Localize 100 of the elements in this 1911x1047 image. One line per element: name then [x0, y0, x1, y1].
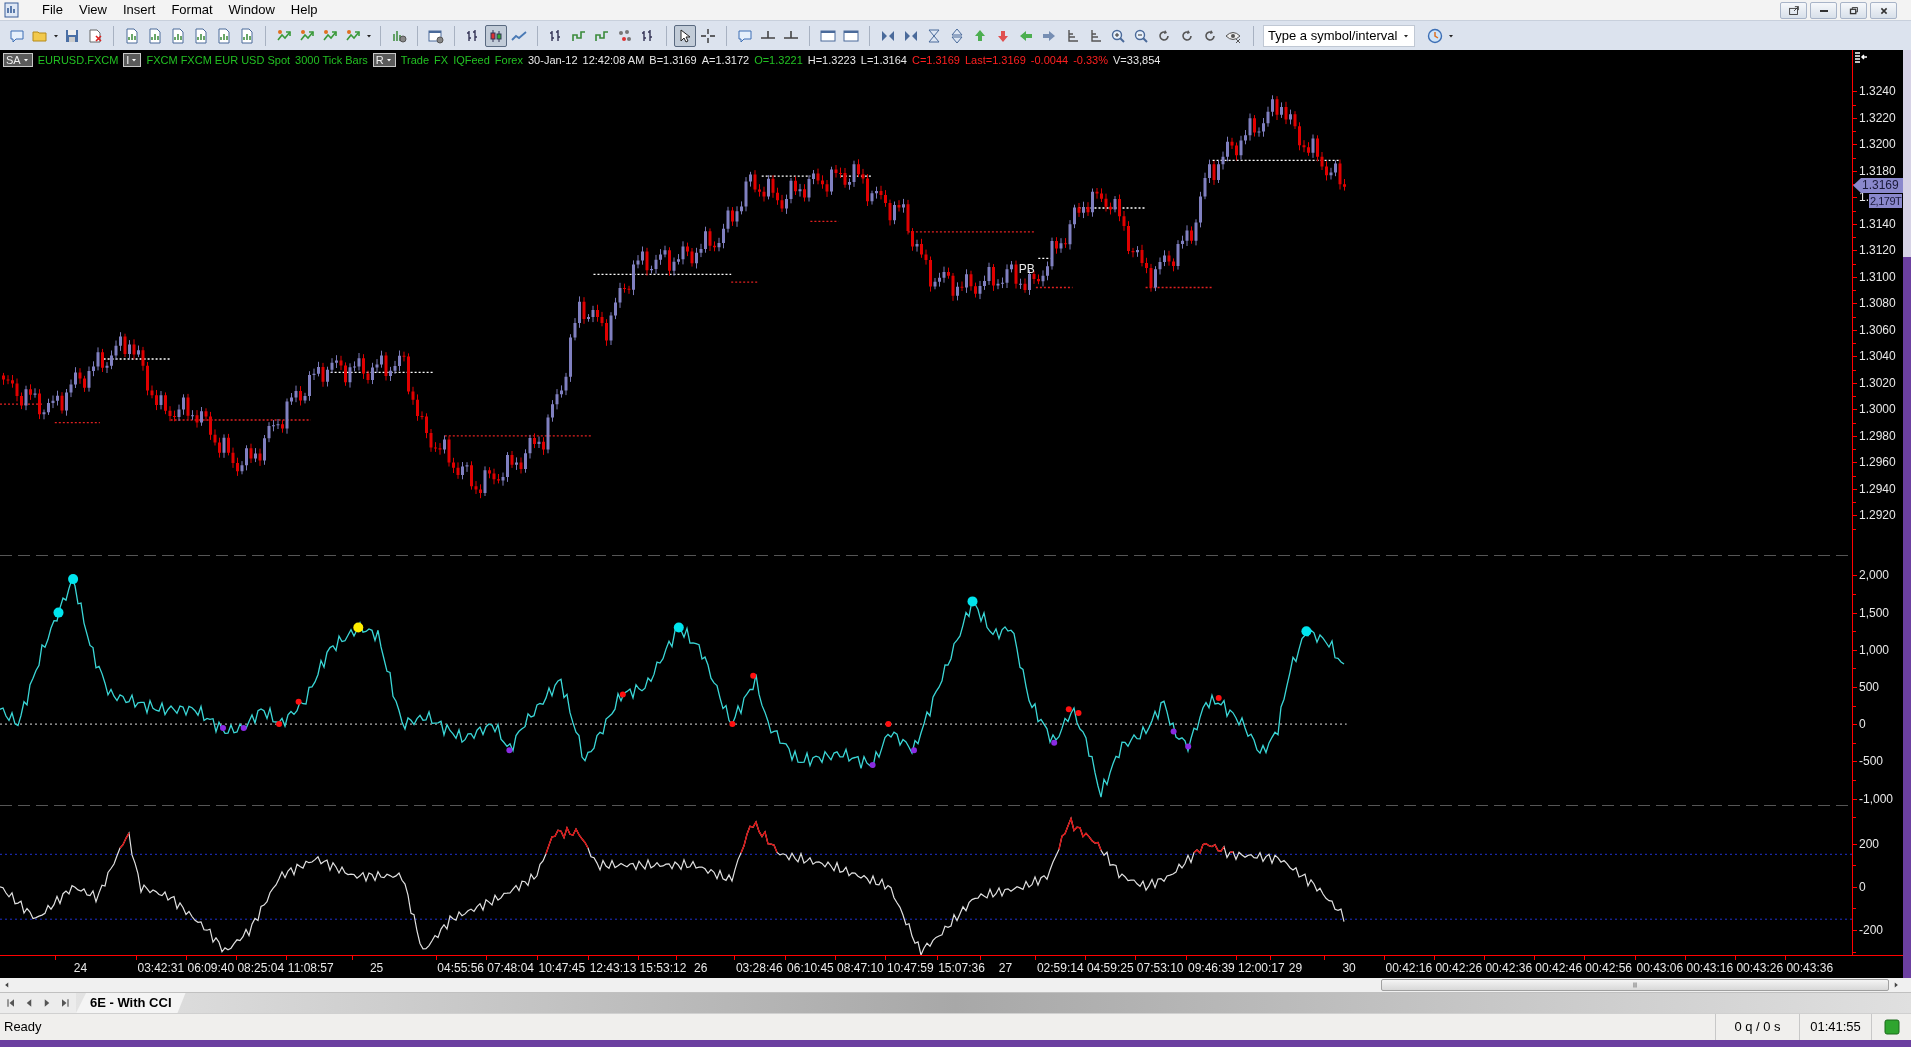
popout-icon — [1786, 3, 1801, 18]
grip-icon — [1630, 980, 1640, 990]
hourglass-icon — [926, 27, 942, 44]
signal-dot — [729, 721, 736, 728]
axis-label: 1.3220 — [1859, 110, 1896, 125]
info-text: Trade — [400, 53, 430, 67]
tab[interactable]: 6E - With CCI — [76, 993, 186, 1013]
info-text: 3000 Tick Bars — [295, 53, 368, 67]
signal-dot — [869, 762, 876, 768]
signal-dot — [240, 724, 247, 731]
time-label: 08:25:04 — [237, 961, 285, 975]
window-icon — [843, 27, 859, 44]
app-icon — [4, 2, 20, 18]
info-text: O=1.3221 — [754, 53, 803, 67]
signal-dot — [967, 596, 978, 607]
signal-dot — [1185, 743, 1192, 750]
signal-dot — [53, 607, 64, 618]
time-label: 10:47:45 — [538, 961, 586, 975]
time-label: 00:42:16 — [1385, 961, 1433, 975]
info-text: -0.0044 — [1030, 53, 1069, 67]
crosshair-icon — [700, 27, 716, 44]
signal-dot — [68, 574, 79, 585]
signal-dot — [1170, 728, 1177, 735]
menu-item[interactable]: Help — [282, 1, 326, 19]
axis-label: 1.2920 — [1859, 508, 1896, 523]
window-button[interactable] — [1810, 2, 1837, 19]
menu-item[interactable]: Insert — [114, 1, 164, 19]
time-label: 29 — [1288, 961, 1303, 975]
axis-label: 1.3000 — [1859, 402, 1896, 417]
document-icon — [239, 27, 255, 44]
axis-label: 1.2980 — [1859, 428, 1896, 443]
signal-dot — [353, 622, 364, 633]
selector-box[interactable]: I — [123, 53, 142, 67]
axis-label: 200 — [1859, 836, 1880, 851]
axis-label: 1.3180 — [1859, 163, 1896, 178]
candlestick-icon — [488, 27, 504, 44]
caret-icon — [384, 56, 393, 64]
menu-item[interactable]: View — [70, 1, 115, 19]
time-label: 10:47:59 — [887, 961, 934, 975]
time-label: 24 — [73, 961, 88, 975]
window-icon — [820, 27, 836, 44]
toolbar-button[interactable] — [485, 24, 507, 47]
signal-dot — [911, 747, 917, 754]
time-label: 15:53:12 — [639, 961, 687, 975]
signal-dot — [1301, 626, 1312, 637]
status-message: Ready — [3, 1018, 42, 1037]
menu-item[interactable]: File — [34, 1, 71, 19]
time-label: 00:43:36 — [1786, 961, 1834, 975]
axis-label: 1,500 — [1859, 605, 1890, 620]
last-icon — [59, 997, 71, 1009]
time-label: 12:00:17 — [1238, 961, 1285, 975]
caret-icon — [21, 56, 30, 64]
menu-item[interactable]: Format — [163, 1, 221, 19]
selector-box[interactable]: SA — [3, 53, 33, 67]
axis-label: -200 — [1859, 923, 1884, 937]
document-x-icon — [87, 27, 103, 44]
time-label: 00:43:26 — [1736, 961, 1784, 975]
signal-dot — [750, 672, 757, 679]
axis-label: 1.3200 — [1859, 137, 1896, 152]
time-label: 04:55:56 — [437, 961, 484, 975]
time-label: 12:43:13 — [589, 961, 637, 975]
info-text: H=1.3223 — [807, 53, 856, 67]
time-label: 06:10:45 — [787, 961, 834, 975]
info-text: C=1.3169 — [911, 53, 960, 67]
menu-item[interactable]: Window — [220, 1, 283, 19]
axis-label: 1.3020 — [1859, 375, 1896, 390]
axis-label: 0 — [1859, 717, 1866, 732]
axis-label: 1.3240 — [1859, 84, 1896, 99]
signal-dot — [1075, 710, 1082, 716]
time-label: 27 — [998, 961, 1013, 975]
vertical-scrollbar-thumb[interactable] — [1903, 50, 1911, 257]
axis-label: 1.3100 — [1859, 269, 1896, 284]
time-label: 00:42:56 — [1585, 961, 1633, 975]
point-chart-icon — [617, 27, 633, 44]
window-button[interactable] — [1840, 2, 1867, 19]
window-button[interactable] — [1870, 2, 1897, 19]
info-text: 30-Jan-12 — [528, 53, 578, 67]
minimize-icon — [1819, 9, 1828, 12]
axis-menu-icon — [1853, 50, 1869, 66]
cursor-icon — [677, 27, 693, 44]
axis-label: 1.2940 — [1859, 481, 1896, 496]
time-label: 08:47:10 — [837, 961, 884, 975]
selector-box[interactable]: R — [372, 53, 396, 67]
up-down-icon — [949, 27, 965, 44]
info-text: FX — [434, 53, 449, 67]
signal-dot — [506, 747, 513, 754]
annotation-label: PB — [1018, 262, 1035, 276]
symbol-field[interactable]: Type a symbol/interval — [1263, 24, 1415, 47]
time-label: 07:53:10 — [1136, 961, 1184, 975]
toolbar-button[interactable] — [674, 24, 696, 47]
zoom-out-icon — [1133, 27, 1149, 44]
signal-dot — [295, 698, 302, 705]
time-label: 02:59:14 — [1036, 961, 1084, 975]
axis-label: 1.2960 — [1859, 455, 1896, 470]
scrollbar-thumb[interactable] — [1381, 979, 1889, 991]
window-button[interactable] — [1780, 2, 1807, 19]
price-tag: 1.3169 — [1853, 178, 1903, 193]
axis-label: 500 — [1859, 680, 1880, 694]
signal-dot — [1215, 695, 1222, 702]
clock-icon — [1427, 27, 1443, 44]
